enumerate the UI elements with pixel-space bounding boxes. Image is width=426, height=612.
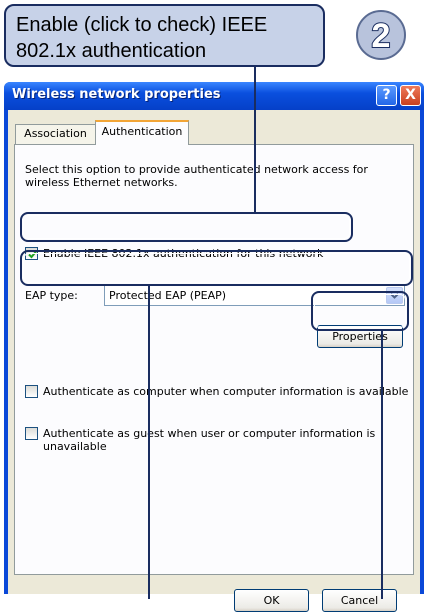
- title-bar[interactable]: Wireless network properties ? X: [4, 82, 424, 110]
- step-number-badge: 2: [356, 10, 406, 60]
- dialog-body: Association Authentication Select this o…: [8, 110, 420, 612]
- instruction-callout: Enable (click to check) IEEE 802.1x auth…: [4, 4, 325, 67]
- leader-line-properties: [381, 331, 383, 599]
- ok-button[interactable]: OK: [234, 589, 309, 612]
- description-line1: Select this option to provide authentica…: [25, 163, 368, 176]
- callout-text-line2: 802.1x authentication: [16, 40, 207, 62]
- callout-text-line1: Enable (click to check) IEEE: [16, 14, 268, 36]
- properties-window: Wireless network properties ? X Associat…: [4, 82, 424, 612]
- eap-type-label: EAP type:: [25, 289, 78, 302]
- help-button[interactable]: ?: [376, 85, 397, 106]
- tab-association[interactable]: Association: [15, 124, 96, 144]
- eap-type-value: Protected EAP (PEAP): [109, 289, 227, 302]
- cancel-button[interactable]: Cancel: [322, 589, 397, 612]
- panel-description: Select this option to provide authentica…: [25, 163, 385, 189]
- auth-guest-label-line2: unavailable: [43, 440, 107, 453]
- step-number: 2: [372, 17, 391, 55]
- tab-authentication[interactable]: Authentication: [95, 120, 189, 145]
- auth-computer-checkbox[interactable]: [25, 385, 38, 398]
- close-icon: X: [405, 87, 416, 103]
- leader-line-callout: [254, 67, 256, 212]
- auth-computer-row[interactable]: Authenticate as computer when computer i…: [25, 385, 410, 398]
- auth-computer-label: Authenticate as computer when computer i…: [43, 385, 409, 398]
- highlight-enable-8021x: [20, 212, 353, 242]
- close-button[interactable]: X: [400, 85, 421, 106]
- highlight-properties-button: [311, 291, 409, 331]
- help-icon: ?: [382, 87, 391, 103]
- highlight-eap-type: [20, 250, 413, 286]
- authentication-panel: Select this option to provide authentica…: [14, 144, 414, 575]
- auth-guest-label-line1: Authenticate as guest when user or compu…: [43, 427, 376, 440]
- auth-guest-checkbox[interactable]: [25, 427, 38, 440]
- window-title: Wireless network properties: [12, 87, 221, 102]
- leader-line-eap-type: [148, 286, 150, 599]
- auth-guest-row[interactable]: Authenticate as guest when user or compu…: [25, 427, 395, 453]
- description-line2: wireless Ethernet networks.: [25, 176, 178, 189]
